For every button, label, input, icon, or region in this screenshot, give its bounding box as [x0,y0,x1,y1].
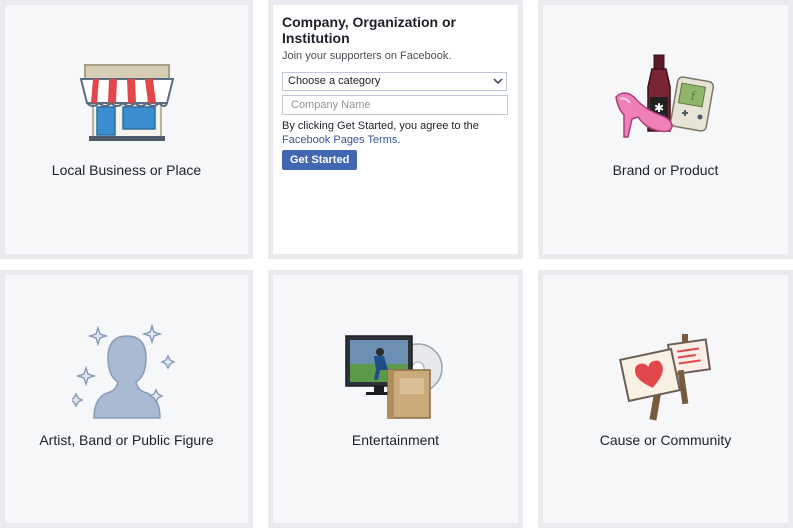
chevron-down-icon [493,78,503,85]
tv-book-disc-icon [344,335,443,419]
tile-label-local-business: Local Business or Place [51,162,202,178]
public-figure-silhouette-icon [71,323,176,419]
tile-label-brand: Brand or Product [612,162,719,178]
category-tile-brand[interactable]: ✱ f Brand or Product [538,0,793,259]
terms-suffix: . [397,134,401,146]
category-tile-local-business[interactable]: Local Business or Place [0,0,253,259]
company-form-title: Company, Organization or Institution [282,14,456,46]
storefront-icon [79,64,174,141]
protest-signs-icon [618,334,711,421]
category-tile-cause[interactable]: Cause or Community [538,270,793,528]
get-started-button[interactable]: Get Started [282,150,358,170]
category-tile-company[interactable]: Company, Organization or Institution Joi… [268,0,523,259]
category-tile-artist[interactable]: Artist, Band or Public Figure [0,270,253,528]
category-select[interactable]: Choose a category [282,72,507,91]
tile-label-cause: Cause or Community [599,432,732,448]
tile-label-artist: Artist, Band or Public Figure [39,432,214,448]
company-form-subtitle: Join your supporters on Facebook. [282,50,452,62]
terms-text: By clicking Get Started, you agree to th… [282,119,507,147]
tile-label-entertainment: Entertainment [351,432,440,448]
brand-products-icon: ✱ f [614,54,714,138]
category-select-value: Choose a category [288,75,381,87]
pages-terms-link[interactable]: Facebook Pages Terms [282,134,397,146]
terms-prefix: By clicking Get Started, you agree to th… [282,120,479,132]
company-name-input[interactable]: Company Name [282,95,508,115]
category-tile-entertainment[interactable]: Entertainment [268,270,523,528]
